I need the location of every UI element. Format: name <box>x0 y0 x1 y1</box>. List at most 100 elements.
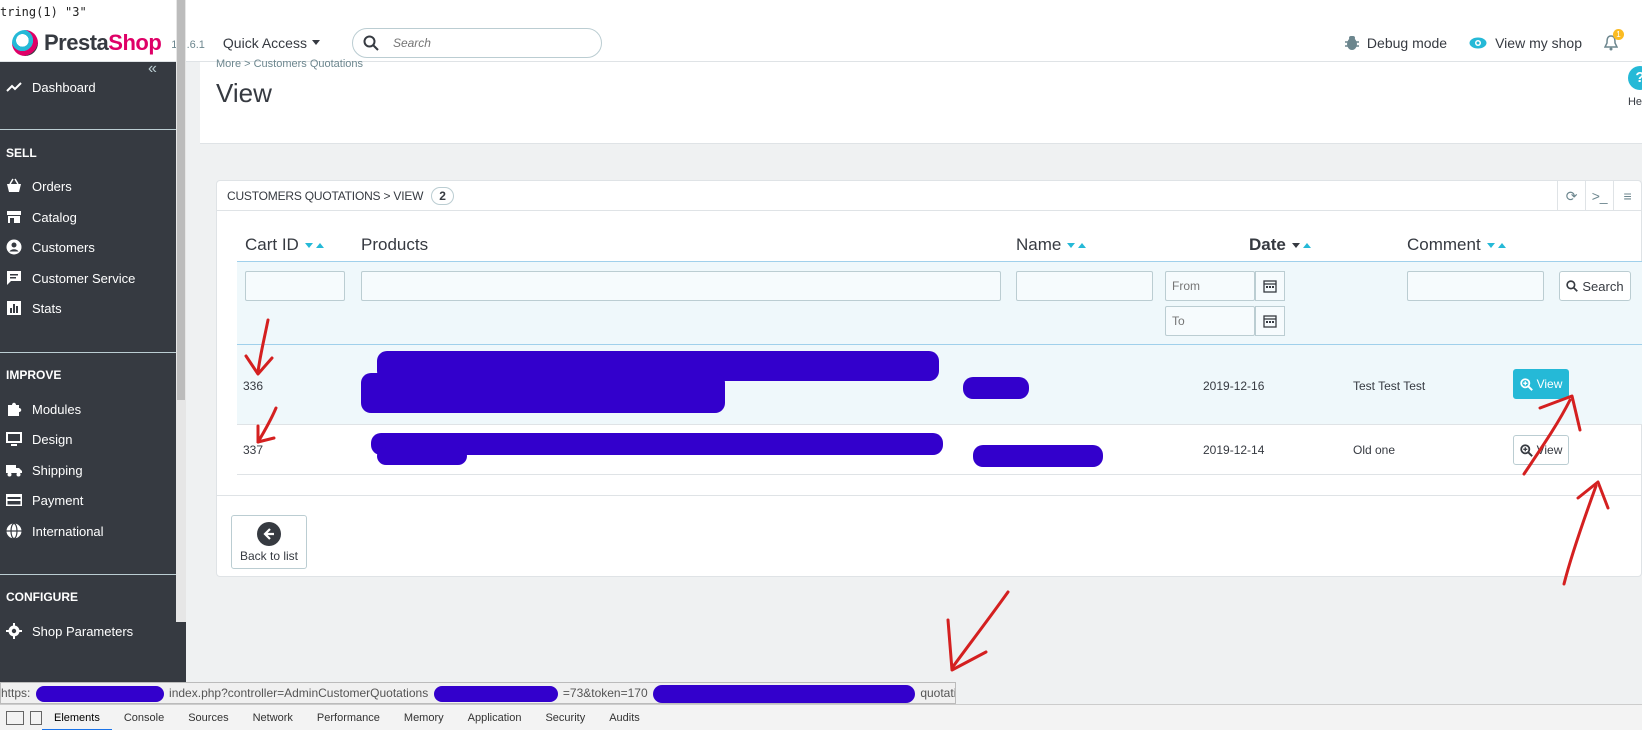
comment-filter[interactable] <box>1407 271 1544 301</box>
sort-asc-icon[interactable] <box>315 242 324 248</box>
sort-desc-icon[interactable] <box>1067 242 1076 248</box>
redacted-products <box>361 373 725 413</box>
device-toolbar-icon[interactable] <box>30 710 42 725</box>
sort-desc-icon[interactable] <box>1291 242 1300 248</box>
truck-icon <box>6 465 22 477</box>
table-row[interactable]: 336 2019-12-16 Test Test Test View <box>237 345 1642 425</box>
date-cell: 2019-12-14 <box>1203 443 1265 457</box>
section-improve: IMPROVE <box>6 368 62 382</box>
trending-up-icon <box>6 82 22 92</box>
breadcrumb[interactable]: More > Customers Quotations <box>216 58 363 70</box>
tab-network[interactable]: Network <box>241 705 305 730</box>
basket-icon <box>7 178 21 192</box>
sql-terminal-icon[interactable]: >_ <box>1585 181 1613 211</box>
sidebar-item-international[interactable]: International <box>0 516 176 546</box>
arrow-left-icon <box>257 521 281 546</box>
column-header-cart-id[interactable]: Cart ID <box>245 235 324 255</box>
tab-sources[interactable]: Sources <box>176 705 240 730</box>
page-title: View <box>216 78 272 108</box>
devtools-toolbar: Elements Console Sources Network Perform… <box>0 704 1642 730</box>
tab-security[interactable]: Security <box>533 705 597 730</box>
sidebar-item-orders[interactable]: Orders <box>0 171 176 201</box>
search-icon <box>363 35 379 51</box>
view-shop-link[interactable]: View my shop <box>1469 35 1582 51</box>
sidebar-divider <box>0 352 176 353</box>
tab-performance[interactable]: Performance <box>305 705 392 730</box>
inspect-element-icon[interactable] <box>6 710 24 725</box>
database-icon[interactable]: ≡ <box>1613 181 1641 211</box>
sidebar-item-design[interactable]: Design <box>0 424 176 454</box>
quotations-panel: CUSTOMERS QUOTATIONS > VIEW 2 ⟳ >_ ≡ Car… <box>216 180 1642 577</box>
sidebar: « Dashboard SELL Orders Catalog Customer… <box>0 62 186 684</box>
sidebar-item-customers[interactable]: Customers <box>0 232 176 262</box>
column-header-date[interactable]: Date <box>1249 235 1311 255</box>
sort-asc-icon[interactable] <box>1497 242 1506 248</box>
sidebar-scrollbar[interactable] <box>176 0 186 622</box>
store-icon <box>7 211 21 223</box>
sidebar-item-catalog[interactable]: Catalog <box>0 202 176 232</box>
bug-icon <box>1344 35 1359 50</box>
column-header-name[interactable]: Name <box>1016 235 1087 255</box>
calendar-icon[interactable] <box>1255 306 1285 336</box>
sort-asc-icon[interactable] <box>1302 242 1311 248</box>
refresh-icon[interactable]: ⟳ <box>1557 181 1585 211</box>
scrollbar-thumb[interactable] <box>177 0 185 400</box>
brand-name: PrestaShop <box>44 29 162 55</box>
puzzle-icon <box>8 402 22 416</box>
gear-icon <box>6 623 22 639</box>
credit-card-icon <box>6 494 22 506</box>
panel-heading: CUSTOMERS QUOTATIONS > VIEW 2 ⟳ >_ ≡ <box>217 181 1641 211</box>
products-filter[interactable] <box>361 271 1001 301</box>
date-to-input[interactable] <box>1165 306 1255 336</box>
eye-icon <box>1469 37 1487 48</box>
cart-id-cell: 336 <box>243 379 264 393</box>
date-from-input[interactable] <box>1165 271 1255 301</box>
monitor-icon <box>6 432 22 446</box>
help-label[interactable]: He <box>1628 96 1642 108</box>
sidebar-item-dashboard[interactable]: Dashboard <box>0 72 176 102</box>
prestashop-logo[interactable]: PrestaShop <box>12 29 162 56</box>
annotation-arrow <box>950 590 1010 670</box>
tab-audits[interactable]: Audits <box>597 705 652 730</box>
sidebar-item-customer-service[interactable]: Customer Service <box>0 263 176 293</box>
chat-icon <box>7 271 21 285</box>
sort-asc-icon[interactable] <box>1078 242 1087 248</box>
debug-mode-link[interactable]: Debug mode <box>1344 35 1447 51</box>
sort-desc-icon[interactable] <box>1486 242 1495 248</box>
sidebar-item-shop-parameters[interactable]: Shop Parameters <box>0 616 176 646</box>
notifications-bell[interactable]: 1 <box>1604 28 1624 51</box>
sidebar-divider <box>0 129 176 130</box>
sidebar-item-modules[interactable]: Modules <box>0 394 176 424</box>
search-input[interactable] <box>392 35 583 50</box>
tab-memory[interactable]: Memory <box>392 705 456 730</box>
table-row[interactable]: 337 2019-12-14 Old one View <box>237 425 1642 475</box>
view-quotation-button[interactable]: View <box>1513 369 1569 399</box>
cart-id-filter[interactable] <box>245 271 345 301</box>
notification-badge: 1 <box>1613 28 1624 40</box>
redacted-url-segment <box>652 684 915 703</box>
redacted-url-segment <box>35 685 164 702</box>
sidebar-item-payment[interactable]: Payment <box>0 485 176 515</box>
quick-access-menu[interactable]: Quick Access <box>223 35 320 51</box>
view-quotation-button[interactable]: View <box>1513 435 1569 465</box>
sidebar-divider <box>0 574 176 575</box>
comment-cell: Old one <box>1353 443 1396 457</box>
redacted-url-segment <box>433 685 558 702</box>
account-circle-icon <box>6 239 22 255</box>
debug-output: tring(1) "3" <box>0 0 1642 24</box>
cart-id-cell: 337 <box>243 443 264 457</box>
sidebar-item-shipping[interactable]: Shipping <box>0 455 176 485</box>
sidebar-item-stats[interactable]: Stats <box>0 293 176 323</box>
name-filter[interactable] <box>1016 271 1153 301</box>
tab-application[interactable]: Application <box>456 705 534 730</box>
header-search[interactable] <box>351 27 602 58</box>
tab-console[interactable]: Console <box>112 705 176 730</box>
back-to-list-button[interactable]: Back to list <box>231 515 307 569</box>
column-header-comment[interactable]: Comment <box>1407 235 1506 255</box>
column-header-products: Products <box>361 235 429 254</box>
sort-desc-icon[interactable] <box>304 242 313 248</box>
calendar-icon[interactable] <box>1255 271 1285 301</box>
help-icon[interactable]: ? <box>1628 66 1642 90</box>
tab-elements[interactable]: Elements <box>42 705 112 730</box>
search-button[interactable]: Search <box>1559 271 1631 301</box>
